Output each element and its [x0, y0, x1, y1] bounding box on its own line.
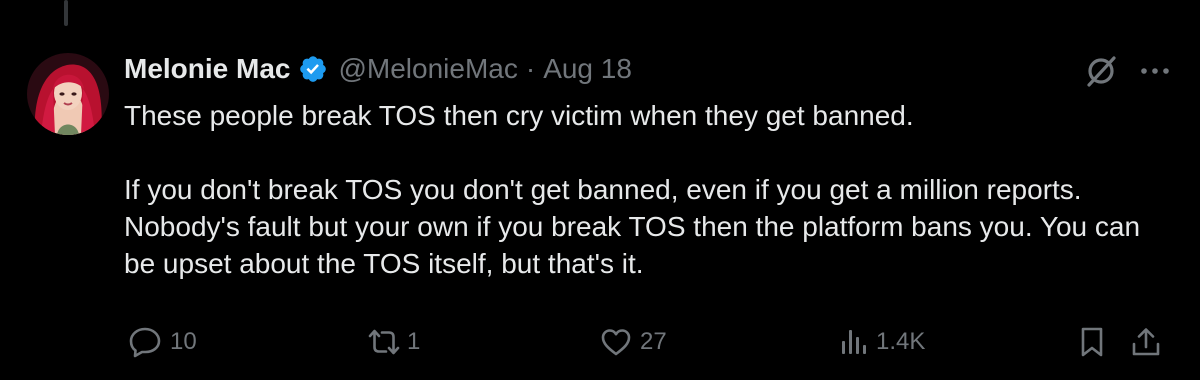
verified-badge-icon[interactable] [298, 54, 328, 84]
tweet-paragraph: These people break TOS then cry victim w… [124, 100, 914, 131]
tweet-body: These people break TOS then cry victim w… [124, 97, 1174, 282]
more-options-icon[interactable] [1137, 56, 1173, 86]
bookmark-icon [1081, 327, 1103, 357]
repost-icon [368, 329, 400, 355]
author-display-name[interactable]: Melonie Mac [124, 53, 290, 85]
author-handle[interactable]: @MelonieMac [338, 53, 517, 85]
tweet-actions-bar: 10 1 27 1.4K [0, 322, 1200, 362]
like-button[interactable]: 27 [600, 322, 667, 362]
views-icon [842, 330, 866, 354]
views-button[interactable]: 1.4K [838, 322, 925, 362]
view-count: 1.4K [876, 328, 926, 355]
tweet-date[interactable]: Aug 18 [543, 53, 632, 85]
reply-button[interactable]: 10 [128, 322, 197, 362]
heart-icon [601, 329, 631, 356]
reply-count: 10 [170, 328, 197, 355]
avatar-image [27, 53, 109, 135]
tweet-header: Melonie Mac @MelonieMac · Aug 18 [124, 52, 632, 86]
repost-button[interactable]: 1 [365, 322, 420, 362]
reply-icon [129, 327, 161, 358]
header-separator: · [525, 53, 536, 84]
share-button[interactable] [1130, 322, 1162, 362]
share-icon [1132, 328, 1160, 356]
thread-connector-line [64, 0, 68, 26]
bookmark-button[interactable] [1078, 322, 1106, 362]
grok-icon[interactable] [1082, 52, 1120, 90]
like-count: 27 [640, 328, 667, 355]
avatar[interactable] [27, 53, 109, 135]
tweet-paragraph: If you don't break TOS you don't get ban… [124, 174, 1141, 279]
repost-count: 1 [407, 328, 421, 355]
